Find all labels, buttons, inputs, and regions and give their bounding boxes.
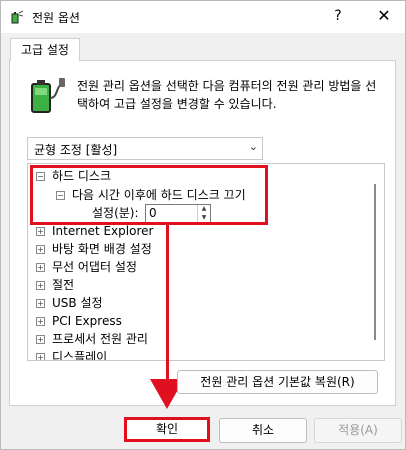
help-button[interactable]: ?: [327, 5, 349, 27]
tree-item-label: 프로세서 전원 관리: [52, 332, 148, 346]
description-text: 전원 관리 옵션을 선택한 다음 컴퓨터의 전원 관리 방법을 선택하여 고급 …: [77, 79, 377, 111]
expand-icon[interactable]: +: [36, 317, 45, 326]
title-bar: 전원 옵션 ? ✕: [1, 1, 405, 33]
close-button[interactable]: ✕: [371, 5, 397, 27]
tree-item-label: 다음 시간 이후에 하드 디스크 끄기: [72, 188, 246, 202]
tree-item-label: 무선 어댑터 설정: [52, 260, 137, 274]
setting-label: 설정(분):: [92, 206, 139, 220]
tree-item-label: USB 설정: [52, 296, 103, 310]
dialog-window: 전원 옵션 ? ✕ 고급 설정 전원 관리 옵션을 선택한 다음 컴퓨터의 전원…: [0, 0, 406, 450]
expand-icon[interactable]: +: [36, 353, 45, 360]
battery-plug-icon: [31, 78, 65, 113]
ok-button[interactable]: 확인: [124, 417, 210, 442]
expand-icon[interactable]: +: [36, 335, 45, 344]
expand-icon[interactable]: +: [36, 227, 45, 236]
stepper-buttons: ▲ ▼: [197, 205, 210, 222]
expand-icon[interactable]: +: [36, 263, 45, 272]
tree-item-label: 하드 디스크: [52, 169, 112, 183]
annotation-arrow-line: [166, 225, 169, 403]
collapse-icon[interactable]: −: [36, 172, 45, 181]
tree-item-label: 바탕 화면 배경 설정: [52, 242, 152, 256]
apply-button[interactable]: 적용(A): [314, 418, 402, 443]
stepper-down-icon[interactable]: ▼: [198, 214, 210, 222]
expand-icon[interactable]: +: [36, 281, 45, 290]
restore-defaults-button[interactable]: 전원 관리 옵션 기본값 복원(R): [177, 370, 378, 394]
tree-item-label: 절전: [52, 278, 75, 292]
window-title: 전원 옵션: [32, 11, 80, 25]
expand-icon[interactable]: +: [36, 245, 45, 254]
power-plan-value: 균형 조정 [활성]: [34, 143, 118, 157]
settings-tree[interactable]: − 하드 디스크 − 다음 시간 이후에 하드 디스크 끄기 설정(분): 0 …: [27, 163, 385, 361]
tree-item-label: Internet Explorer: [52, 224, 154, 238]
tree-item-label: 디스플레이: [52, 350, 108, 361]
expand-icon[interactable]: +: [36, 299, 45, 308]
stepper-up-icon[interactable]: ▲: [198, 205, 210, 213]
power-plan-select[interactable]: 균형 조정 [활성] ⌄: [27, 137, 263, 160]
chevron-down-icon: ⌄: [248, 140, 258, 153]
collapse-icon[interactable]: −: [56, 191, 65, 200]
minutes-value[interactable]: 0: [149, 205, 157, 222]
cancel-button[interactable]: 취소: [219, 418, 307, 443]
tree-item-label: PCI Express: [52, 314, 122, 328]
scrollbar[interactable]: [374, 184, 376, 340]
tab-advanced-settings[interactable]: 고급 설정: [10, 38, 80, 61]
minutes-stepper[interactable]: 0 ▲ ▼: [145, 204, 211, 223]
power-options-icon: [11, 10, 24, 24]
